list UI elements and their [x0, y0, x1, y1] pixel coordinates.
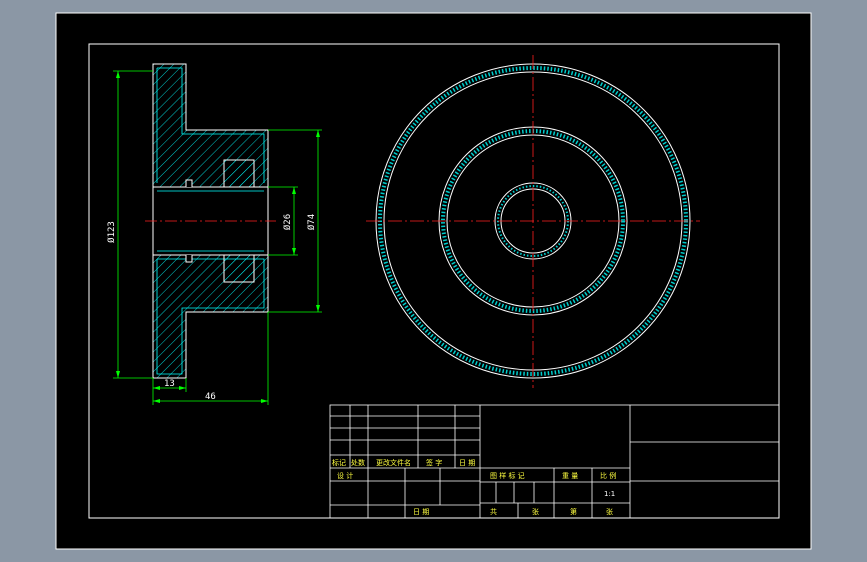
tb-mark-label: 标记 [332, 458, 346, 467]
tb-date-label-2: 日 期 [413, 508, 429, 516]
keyway [185, 179, 193, 187]
tb-scale-value: 1:1 [604, 490, 615, 498]
drawing-canvas: Ø123 Ø74 Ø26 13 46 标记 处数 更改文件名 签 字 日 期 设… [55, 12, 812, 550]
set-screw-hole [223, 159, 255, 188]
tb-sheet-no-unit-label: 张 [606, 507, 613, 516]
tb-signature-label: 签 字 [426, 458, 442, 467]
tb-sheet-no-label: 第 [570, 507, 577, 516]
dim-bore-diameter: Ø26 [282, 214, 293, 230]
dim-outer-diameter: Ø123 [106, 221, 117, 243]
tb-sheets-total-label: 共 [490, 507, 497, 516]
tb-weight-label: 重 量 [562, 472, 578, 480]
tb-design-label: 设 计 [337, 471, 353, 480]
tb-change-doc-label: 更改文件名 [376, 458, 411, 467]
dim-hub-diameter: Ø74 [306, 214, 317, 230]
tb-scale-label: 比 例 [600, 471, 616, 480]
keyway [185, 255, 193, 263]
dim-overall-length: 46 [205, 392, 216, 402]
tb-date-label: 日 期 [459, 459, 475, 467]
tb-sheets-unit-label: 张 [532, 507, 539, 516]
set-screw-hole [223, 254, 255, 283]
tb-stage-label: 图 样 标 记 [490, 471, 525, 480]
dim-flange-thickness: 13 [164, 379, 175, 389]
cad-viewport[interactable]: Ø123 Ø74 Ø26 13 46 标记 处数 更改文件名 签 字 日 期 设… [0, 0, 867, 562]
tb-count-label: 处数 [351, 458, 365, 467]
